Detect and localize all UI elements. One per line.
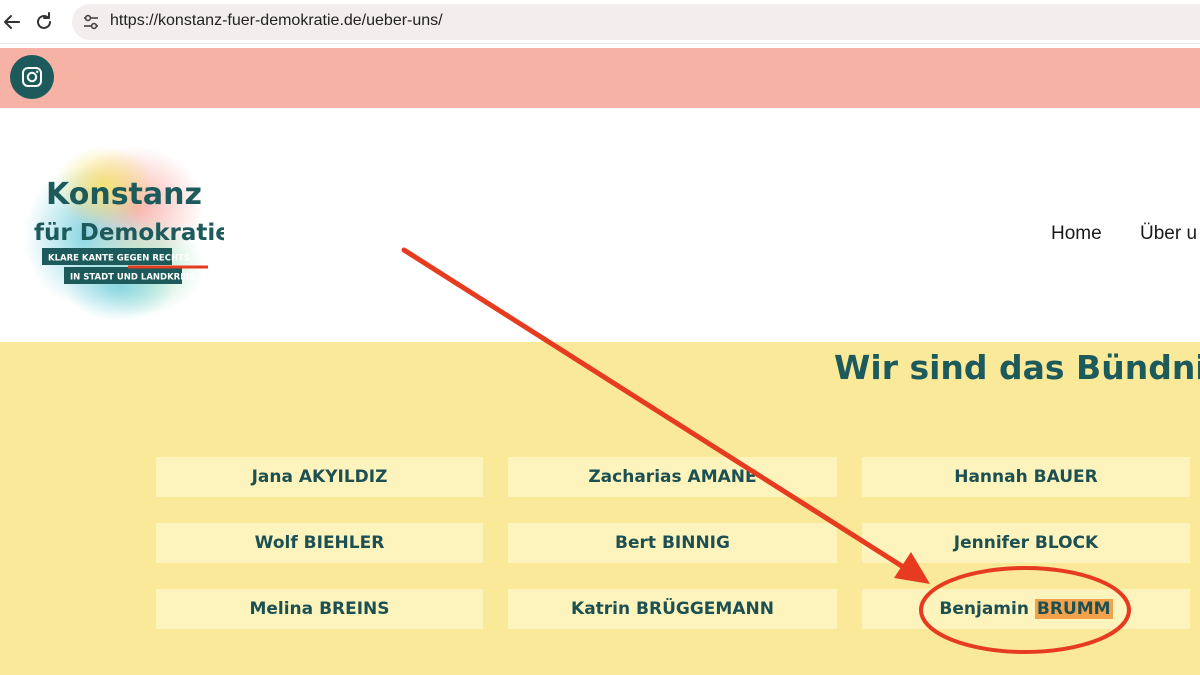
section-title: Wir sind das Bündni xyxy=(834,348,1200,387)
member-first-name: Katrin xyxy=(571,599,631,619)
member-first-name: Zacharias xyxy=(588,467,682,487)
member-card[interactable]: Hannah BAUER xyxy=(862,457,1190,497)
arrow-left-icon[interactable] xyxy=(0,10,24,34)
logo-tag2: IN STADT UND LANDKREIS xyxy=(70,273,195,283)
nav-home[interactable]: Home xyxy=(1051,223,1102,245)
member-first-name: Bert xyxy=(615,533,657,553)
reload-icon[interactable] xyxy=(32,10,56,34)
member-card[interactable]: Katrin BRÜGGEMANN xyxy=(508,589,837,629)
nav-ueber-uns[interactable]: Über u xyxy=(1140,223,1197,245)
logo-line1: Konstanz xyxy=(46,177,202,212)
member-card[interactable]: Wolf BIEHLER xyxy=(156,523,483,563)
member-card[interactable]: Zacharias AMANE xyxy=(508,457,837,497)
social-bar xyxy=(0,48,1200,108)
member-card[interactable]: Jennifer BLOCK xyxy=(862,523,1190,563)
member-card-highlighted[interactable]: Benjamin BRUMM xyxy=(862,589,1190,629)
member-last-name: AKYILDIZ xyxy=(298,467,388,487)
member-first-name: Benjamin xyxy=(939,599,1029,619)
member-card[interactable]: Bert BINNIG xyxy=(508,523,837,563)
address-bar[interactable]: https://konstanz-fuer-demokratie.de/uebe… xyxy=(72,4,1200,40)
member-last-name: BRÜGGEMANN xyxy=(636,599,774,619)
logo-line2: für Demokratie xyxy=(34,220,224,246)
member-last-name: BLOCK xyxy=(1034,533,1099,553)
browser-toolbar: https://konstanz-fuer-demokratie.de/uebe… xyxy=(0,0,1200,44)
member-first-name: Melina xyxy=(249,599,314,619)
member-first-name: Hannah xyxy=(954,467,1028,487)
member-first-name: Wolf xyxy=(254,533,298,553)
member-last-name: BINNIG xyxy=(661,533,730,553)
member-last-name-highlighted: BRUMM xyxy=(1034,599,1113,619)
member-first-name: Jennifer xyxy=(953,533,1029,553)
member-last-name: BREINS xyxy=(319,599,390,619)
member-card[interactable]: Jana AKYILDIZ xyxy=(156,457,483,497)
url-text[interactable]: https://konstanz-fuer-demokratie.de/uebe… xyxy=(110,12,443,30)
site-header: Konstanz für Demokratie KLARE KANTE GEGE… xyxy=(0,108,1200,342)
member-last-name: AMANE xyxy=(687,467,757,487)
member-card[interactable]: Melina BREINS xyxy=(156,589,483,629)
tune-icon[interactable] xyxy=(80,11,102,33)
members-section: Wir sind das Bündni Jana AKYILDIZ Zachar… xyxy=(0,342,1200,675)
logo-tag1: KLARE KANTE GEGEN RECHTS xyxy=(48,254,190,264)
member-last-name: BIEHLER xyxy=(303,533,385,553)
site-logo[interactable]: Konstanz für Demokratie KLARE KANTE GEGE… xyxy=(24,146,231,324)
member-first-name: Jana xyxy=(251,467,293,487)
instagram-icon[interactable] xyxy=(10,55,54,99)
member-last-name: BAUER xyxy=(1033,467,1098,487)
